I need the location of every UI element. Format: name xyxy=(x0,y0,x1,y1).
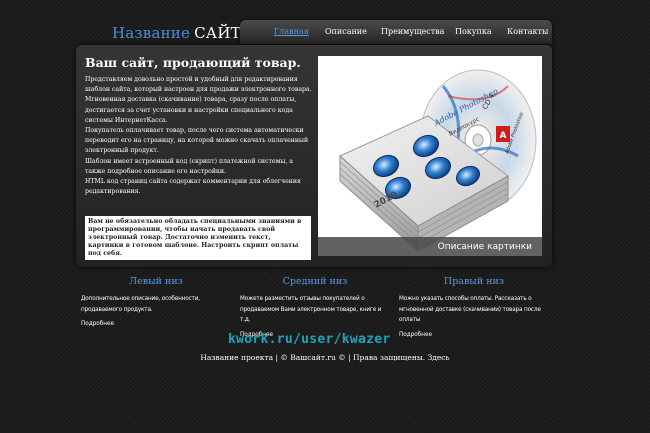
column-title: Левый низ xyxy=(129,276,183,287)
footer-column-right: Правый низ Можно указать способы оплаты.… xyxy=(399,276,549,338)
column-title: Средний низ xyxy=(282,276,348,287)
footer-copyright: Название проекта | © Вашсайт.ru © | Прав… xyxy=(200,353,450,362)
nav-item-purchase[interactable]: Покупка xyxy=(455,27,492,36)
site-logo[interactable]: Название САЙТА xyxy=(112,24,252,42)
intro-paragraph: HTML код страниц сайта содержат коммента… xyxy=(85,178,301,196)
image-caption: Описание картинки xyxy=(437,242,532,252)
nav-item-advantages[interactable]: Преимущества xyxy=(381,27,444,36)
more-link[interactable]: Подробнее xyxy=(399,332,549,338)
watermark: kwork.ru/user/kwazer xyxy=(228,332,391,347)
intro-paragraph: Покупатель оплачивает товар, после чего … xyxy=(85,127,309,155)
intro-paragraph: Шаблон имеет встроенный код (скрипт) пла… xyxy=(85,157,293,175)
more-link[interactable]: Подробнее xyxy=(81,321,231,327)
nav-item-contacts[interactable]: Контакты xyxy=(507,27,548,36)
highlight-note: Вам не обязательно обладать специальными… xyxy=(85,216,311,260)
page-headline: Ваш сайт, продающий товар. xyxy=(85,55,301,70)
logo-part-name: Название xyxy=(112,24,191,42)
column-text: Дополнительное описание, особенности, пр… xyxy=(81,296,200,313)
footer-column-left: Левый низ Дополнительное описание, особе… xyxy=(81,276,231,327)
nav-item-description[interactable]: Описание xyxy=(325,27,367,36)
nav-item-home[interactable]: Главная xyxy=(274,27,309,36)
intro-paragraph: Представляем довольно простой и удобный … xyxy=(85,76,312,94)
hero-image[interactable]: A CD 4 Adobe Photoshop Adobe Photoshop В… xyxy=(318,56,542,256)
intro-paragraph: Мгновенная доставка (скачивание) товара,… xyxy=(85,96,297,124)
column-title: Правый низ xyxy=(443,276,505,287)
image-caption-bar: Описание картинки xyxy=(318,237,542,256)
column-text: Можно указать способы оплаты. Рассказать… xyxy=(399,296,541,323)
column-text: Можете разместить отзывы покупателей о п… xyxy=(240,296,382,323)
product-box-illustration: A CD 4 Adobe Photoshop Adobe Photoshop В… xyxy=(318,56,542,256)
intro-text: Представляем довольно простой и удобный … xyxy=(85,75,313,197)
svg-text:A: A xyxy=(500,131,507,141)
footer-column-middle: Средний низ Можете разместить отзывы пок… xyxy=(240,276,390,338)
top-nav: Главная Описание Преимущества Покупка Ко… xyxy=(240,20,552,44)
